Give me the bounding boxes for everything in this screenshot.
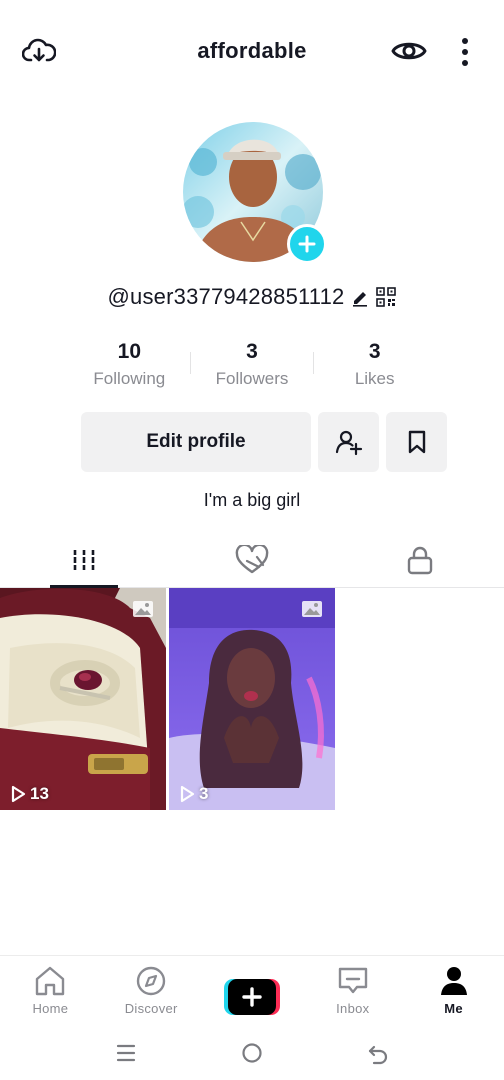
- nav-discover-label: Discover: [124, 1001, 178, 1016]
- followers-label: Followers: [215, 369, 289, 388]
- likes-count: 3: [368, 340, 381, 363]
- lock-icon: [407, 546, 433, 574]
- add-person-icon: [335, 430, 362, 456]
- followers-count: 3: [246, 340, 258, 363]
- eye-icon[interactable]: [390, 36, 428, 66]
- nav-create[interactable]: [202, 956, 303, 1027]
- liked-heart-icon: [235, 544, 269, 573]
- profile-bio: I'm a big girl: [203, 490, 301, 510]
- nav-discover[interactable]: Discover: [101, 956, 202, 1027]
- home-icon: [36, 966, 65, 996]
- tab-videos[interactable]: [0, 532, 168, 588]
- back-icon[interactable]: [366, 1041, 390, 1065]
- selfie-image: [169, 588, 335, 810]
- username-row: @user33779428851112: [0, 284, 504, 310]
- nav-me[interactable]: Me: [403, 956, 504, 1027]
- nav-home-label: Home: [32, 1001, 69, 1016]
- plus-icon: [298, 235, 316, 253]
- play-count: 3: [179, 784, 208, 804]
- nav-me-label: Me: [444, 1001, 463, 1016]
- following-label: Following: [93, 369, 166, 388]
- stat-divider: [313, 352, 314, 374]
- username: @user33779428851112: [107, 284, 345, 309]
- bookmark-icon: [408, 430, 425, 454]
- play-icon: [180, 785, 195, 803]
- pencil-icon[interactable]: [350, 287, 370, 307]
- add-avatar-button[interactable]: [287, 224, 327, 264]
- favorites-button[interactable]: [386, 412, 447, 472]
- play-count-value: 3: [199, 784, 209, 803]
- play-icon: [11, 785, 26, 803]
- play-count: 13: [10, 784, 49, 804]
- profile-tabs: [0, 532, 504, 588]
- following-count: 10: [117, 340, 142, 363]
- stat-likes[interactable]: 3 Likes: [313, 338, 436, 394]
- page-title: affordable: [197, 38, 307, 63]
- profile-actions: Edit profile: [81, 412, 447, 472]
- tab-private[interactable]: [336, 532, 504, 587]
- qr-code-icon[interactable]: [376, 287, 397, 307]
- ring-box-image: [0, 588, 166, 810]
- stat-followers[interactable]: 3 Followers: [191, 338, 314, 394]
- recent-apps-icon[interactable]: [114, 1041, 138, 1065]
- stat-following[interactable]: 10 Following: [68, 338, 191, 394]
- photo-icon: [133, 601, 153, 617]
- video-grid: 13 3: [0, 588, 504, 810]
- home-circle-icon[interactable]: [240, 1041, 264, 1065]
- more-vertical-icon[interactable]: [455, 36, 475, 68]
- photo-icon: [302, 601, 322, 617]
- videos-grid-icon: [72, 549, 96, 570]
- add-friends-button[interactable]: [318, 412, 379, 472]
- stat-divider: [190, 352, 191, 374]
- video-thumbnail[interactable]: 3: [169, 588, 335, 810]
- profile-stats: 10 Following 3 Followers 3 Likes: [68, 338, 436, 394]
- nav-inbox[interactable]: Inbox: [302, 956, 403, 1027]
- bottom-navigation: Home Discover Inbox Me: [0, 955, 504, 1027]
- create-plus-icon: [242, 987, 262, 1007]
- compass-icon: [136, 966, 166, 996]
- tab-liked[interactable]: [168, 532, 336, 587]
- video-thumbnail[interactable]: 13: [0, 588, 166, 810]
- nav-home[interactable]: Home: [0, 956, 101, 1027]
- inbox-icon: [338, 967, 367, 994]
- create-button[interactable]: [223, 979, 280, 1015]
- top-bar: affordable: [0, 0, 504, 100]
- system-navigation-bar: [0, 1027, 504, 1080]
- edit-profile-button[interactable]: Edit profile: [81, 412, 311, 472]
- person-icon: [440, 967, 467, 995]
- nav-inbox-label: Inbox: [336, 1001, 370, 1016]
- likes-label: Likes: [354, 369, 395, 388]
- play-count-value: 13: [30, 784, 49, 803]
- avatar-container[interactable]: [183, 122, 327, 264]
